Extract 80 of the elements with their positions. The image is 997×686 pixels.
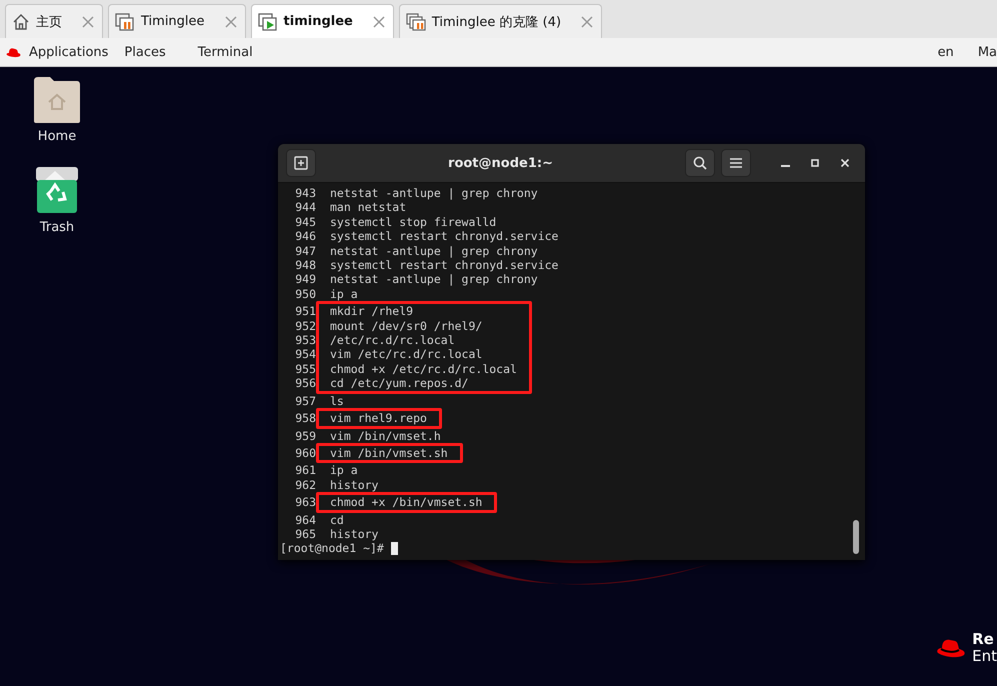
line-number: 952 — [294, 318, 316, 334]
menu-item[interactable]: Places — [116, 44, 174, 60]
minimize-icon — [780, 165, 790, 167]
line-number: 955 — [294, 362, 316, 376]
history-command: systemctl stop firewalld — [330, 214, 496, 230]
line-number: 949 — [294, 272, 316, 287]
history-command: vim /bin/vmset.h — [330, 428, 441, 443]
history-command: netstat -antlupe | grep chrony — [330, 244, 538, 258]
line-number: 960 — [294, 446, 316, 460]
line-number: 957 — [294, 394, 316, 408]
history-command: chmod +x /etc/rc.d/rc.local — [330, 362, 517, 376]
browser-tab[interactable]: timinglee — [250, 4, 394, 38]
browser-tab[interactable]: Timinglee 的克隆 (4) — [398, 4, 602, 38]
line-number: 958 — [294, 411, 316, 426]
line-number: 962 — [294, 478, 316, 492]
history-command: ip a — [330, 286, 358, 302]
history-command: vim rhel9.repo — [330, 411, 427, 426]
hat-icon — [936, 637, 966, 659]
history-command: systemctl restart chronyd.service — [330, 229, 558, 244]
home-icon — [12, 12, 30, 30]
history-command: mkdir /rhel9 — [330, 304, 414, 319]
history-command: netstat -antlupe | grep chrony — [330, 272, 538, 287]
menu-item[interactable]: Terminal — [190, 44, 261, 60]
line-number: 953 — [294, 333, 316, 348]
new-tab-button[interactable] — [286, 149, 316, 177]
line-number: 950 — [294, 286, 316, 302]
history-command: ls — [330, 394, 344, 408]
line-number: 963 — [294, 495, 316, 510]
line-number: 947 — [294, 244, 316, 258]
close-icon — [840, 158, 850, 168]
browser-tab[interactable]: 主页 — [5, 4, 103, 38]
desktop-icon-label[interactable]: Home — [38, 129, 76, 144]
history-command: vim /etc/rc.d/rc.local — [330, 347, 482, 362]
line-number: 948 — [294, 258, 316, 272]
close-icon[interactable] — [372, 16, 385, 28]
history-command: cd — [330, 512, 344, 527]
history-command: /etc/rc.d/rc.local — [330, 333, 455, 348]
hat-icon — [6, 46, 21, 58]
trash-icon[interactable] — [35, 166, 79, 214]
line-number: 943 — [294, 186, 316, 200]
history-command: mount /dev/sr0 /rhel9/ — [330, 318, 482, 334]
line-number: 946 — [294, 229, 316, 244]
search-icon — [693, 156, 707, 170]
line-number: 945 — [294, 214, 316, 230]
desktop-icon-label[interactable]: Trash — [40, 220, 74, 235]
browser-tab[interactable]: Timinglee — [108, 4, 246, 38]
line-number: 954 — [294, 347, 316, 362]
history-command: ip a — [330, 463, 358, 478]
brand-text: Re — [972, 631, 995, 648]
menu-item[interactable]: Applications — [21, 44, 116, 60]
virtual-machine-icon — [115, 12, 135, 30]
virtual-machine-icon — [406, 12, 426, 30]
new-tab-icon — [294, 156, 308, 170]
history-command: systemctl restart chronyd.service — [330, 258, 558, 272]
keyboard-layout-indicator[interactable]: en — [938, 44, 954, 60]
menu-icon — [730, 158, 742, 168]
window-title: root@node1:~ — [447, 156, 554, 170]
line-number: 961 — [294, 463, 316, 478]
history-command: cd /etc/yum.repos.d/ — [330, 376, 468, 391]
line-number: 944 — [294, 200, 316, 215]
clock[interactable]: Ma — [978, 44, 997, 60]
menu-button[interactable] — [721, 149, 751, 177]
home-folder-icon[interactable] — [33, 77, 81, 123]
line-number: 959 — [294, 428, 316, 443]
history-command: man netstat — [330, 200, 406, 215]
brand-text: Ent — [972, 648, 997, 665]
virtual-machine-play-icon — [258, 12, 278, 30]
history-command: history — [330, 526, 378, 542]
history-command: chmod +x /bin/vmset.sh — [330, 495, 482, 510]
text-cursor — [390, 542, 398, 556]
line-number: 956 — [294, 376, 316, 391]
history-command: netstat -antlupe | grep chrony — [330, 186, 538, 200]
maximize-icon — [810, 158, 820, 168]
history-command: vim /bin/vmset.sh — [330, 446, 448, 460]
history-command: history — [330, 478, 378, 492]
line-number: 964 — [294, 512, 316, 527]
line-number: 965 — [294, 526, 316, 542]
shell-prompt: [root@node1 ~]# — [280, 541, 384, 556]
search-button[interactable] — [685, 149, 715, 177]
line-number: 951 — [294, 304, 316, 319]
